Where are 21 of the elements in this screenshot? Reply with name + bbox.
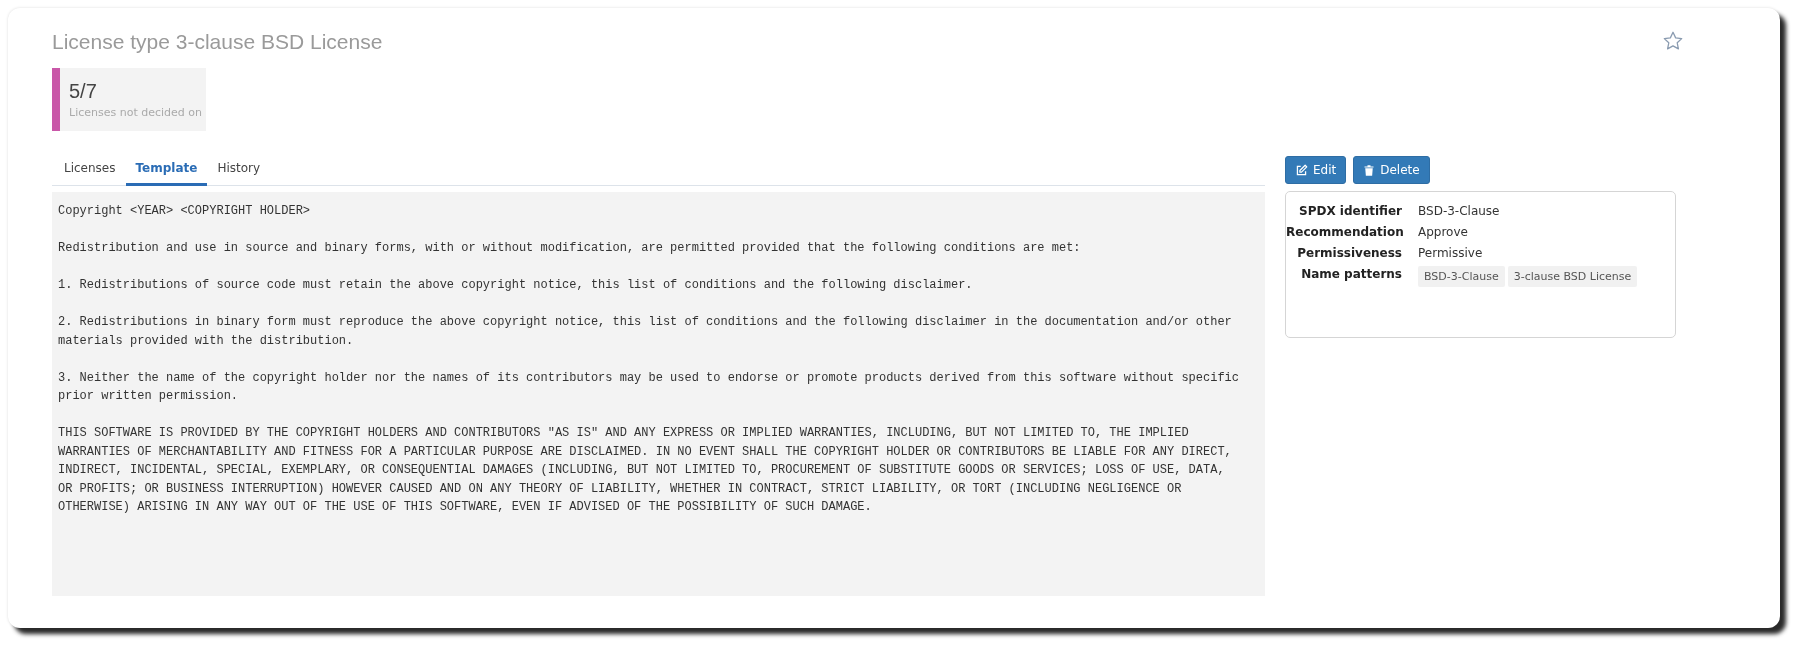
- name-pattern-tag: BSD-3-Clause: [1418, 266, 1505, 287]
- tab[interactable]: Licenses: [54, 155, 126, 186]
- detail-value: Permissive: [1418, 246, 1483, 260]
- edit-button[interactable]: Edit: [1285, 156, 1347, 184]
- favorite-star-icon[interactable]: [1662, 30, 1684, 52]
- trash-icon: [1363, 163, 1376, 177]
- tab[interactable]: History: [207, 155, 271, 186]
- edit-icon: [1295, 163, 1308, 177]
- stat-value: 5/7: [69, 80, 98, 103]
- detail-label: SPDX identifier: [1298, 204, 1402, 218]
- detail-label: Name patterns: [1300, 267, 1402, 281]
- tab[interactable]: Template: [125, 155, 208, 186]
- stat-label: Licenses not decided on: [69, 106, 203, 119]
- license-template-text: Copyright <YEAR> <COPYRIGHT HOLDER> Redistribution and use in source and binary forms, with or without modification, are permitted provided that the following conditions are met: 1. Redistributions of source code must retain the above copyright notice, this list of conditions and the following disclaimer. 2. Redistributions in binary form must reproduce the above copyright notice, this list of conditions and the following disclaimer in the documentation and/or other materials provided with the distribution. 3. Neither the name of the copyright holder nor the names of its contributors may be used to endorse or promote products derived from this software without specific prior written permission. THIS SOFTWARE IS PROVIDED BY THE COPYRIGHT HOLDERS AND CONTRIBUTORS "AS IS" AND ANY EXPRESS OR IMPLIED WARRANTIES, INCLUDING, BUT NOT LIMITED TO, THE IMPLIED WARRANTIES OF MERCHANTABILITY AND FITNESS FOR A PARTICULAR PURPOSE ARE DISCLAIMED. IN NO EVENT SHALL THE COPYRIGHT HOLDER OR CONTRIBUTORS BE LIABLE FOR ANY DIRECT, INDIRECT, INCIDENTAL, SPECIAL, EXEMPLARY, OR CONSEQUENTIAL DAMAGES (INCLUDING, BUT NOT LIMITED TO, PROCUREMENT OF SUBSTITUTE GOODS OR SERVICES; LOSS OF USE, DATA, OR PROFITS; OR BUSINESS INTERRUPTION) HOWEVER CAUSED AND ON ANY THEORY OF LIABILITY, WHETHER IN CONTRACT, STRICT LIABILITY, OR TORT (INCLUDING NEGLIGENCE OR OTHERWISE) ARISING IN ANY WAY OUT OF THE USE OF THIS SOFTWARE, EVEN IF ADVISED OF THE POSSIBILITY OF SUCH DAMAGE.: [52, 192, 1265, 596]
- page-title: License type 3-clause BSD License: [52, 30, 383, 54]
- detail-value: Approve: [1418, 225, 1468, 239]
- detail-label: Permissiveness: [1296, 246, 1402, 260]
- delete-button[interactable]: Delete: [1353, 156, 1430, 184]
- detail-label: Recommendation: [1286, 225, 1402, 239]
- detail-value: BSD-3-Clause: [1418, 204, 1500, 218]
- name-pattern-tag: 3-clause BSD License: [1507, 266, 1638, 287]
